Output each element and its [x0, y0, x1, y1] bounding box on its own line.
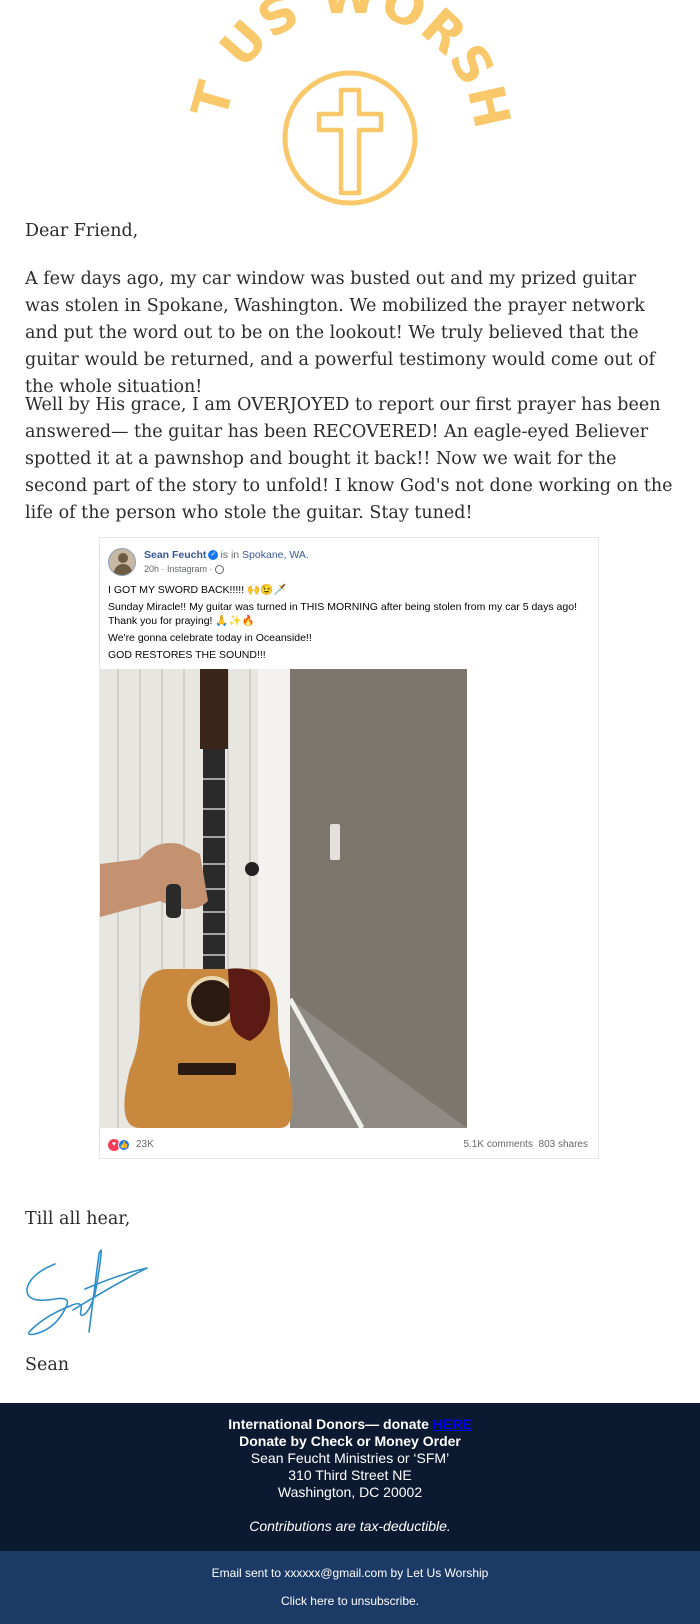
verified-badge-icon: ✓ [208, 550, 219, 561]
post-line-2: Sunday Miracle!! My guitar was turned in… [108, 601, 577, 613]
body-paragraph-2: Well by His grace, I am OVERJOYED to rep… [25, 395, 673, 523]
check-donation-heading: Donate by Check or Money Order [239, 1433, 461, 1449]
donation-footer: International Donors— donate HERE Donate… [0, 1403, 700, 1551]
thumbs-up-icon: 👍 [118, 1139, 130, 1151]
email-sent-notice: Email sent to xxxxxx@gmail.com by Let Us… [211, 1566, 489, 1580]
post-location: Spokane, WA. [242, 549, 309, 561]
post-is-in: is in [220, 549, 240, 561]
post-reactions-bar: ♥ 👍 23K 5.1K comments 803 shares [108, 1137, 588, 1153]
greeting: Dear Friend, [25, 221, 139, 241]
post-line-3: Thank you for praying! 🙏✨🔥 [108, 615, 255, 627]
closing-line: Till all hear, [25, 1209, 131, 1229]
city-address: Washington, DC 20002 [277, 1484, 423, 1500]
post-author: Sean Feucht [144, 549, 207, 561]
facebook-post-screenshot: Sean Feucht ✓ is in Spokane, WA. 20h · Ins… [99, 537, 599, 1159]
reaction-count: 23K [136, 1139, 154, 1150]
guitar-photo [100, 669, 467, 1128]
post-meta: 20h · Instagram · [144, 564, 224, 575]
tax-deductible-note: Contributions are tax-deductible. [249, 1518, 451, 1534]
post-line-4: We're gonna celebrate today in Oceanside… [108, 632, 312, 644]
street-address: 310 Third Street NE [288, 1467, 412, 1483]
comment-count: 5.1K comments [463, 1139, 533, 1150]
donate-here-link[interactable]: HERE [433, 1416, 472, 1432]
international-donors-line: International Donors— donate HERE [0, 1416, 700, 1433]
cross-in-circle-icon [282, 70, 418, 206]
post-line-5: GOD RESTORES THE SOUND!!! [108, 649, 266, 661]
org-name: Sean Feucht Ministries or ‘SFM’ [250, 1450, 450, 1466]
post-header: Sean Feucht ✓ is in Spokane, WA. 20h · Ins… [108, 545, 578, 577]
body-paragraph-1: A few days ago, my car window was busted… [25, 269, 656, 397]
email-footer: Email sent to xxxxxx@gmail.com by Let Us… [0, 1551, 700, 1624]
signoff-name: Sean [25, 1355, 70, 1375]
share-count: 803 shares [538, 1139, 588, 1150]
signature-image [26, 1249, 148, 1336]
post-meta-text: 20h · Instagram · [144, 564, 213, 574]
post-line-1: I GOT MY SWORD BACK!!!!! 🙌😉🗡️ [108, 584, 287, 596]
let-us-worship-logo: LET US WORSHIP [0, 0, 522, 206]
avatar [108, 548, 136, 576]
comment-share-stats: 5.1K comments 803 shares [463, 1139, 588, 1150]
logo-wordmark: LET US WORSHIP [0, 0, 521, 134]
unsubscribe-link[interactable]: Click here to unsubscribe. [0, 1594, 700, 1608]
globe-icon [214, 565, 224, 575]
svg-text:LET US WORSHIP: LET US WORSHIP [0, 0, 522, 134]
post-author-line: Sean Feucht ✓ is in Spokane, WA. [144, 549, 309, 561]
international-donors-text: International Donors— donate [228, 1416, 429, 1432]
